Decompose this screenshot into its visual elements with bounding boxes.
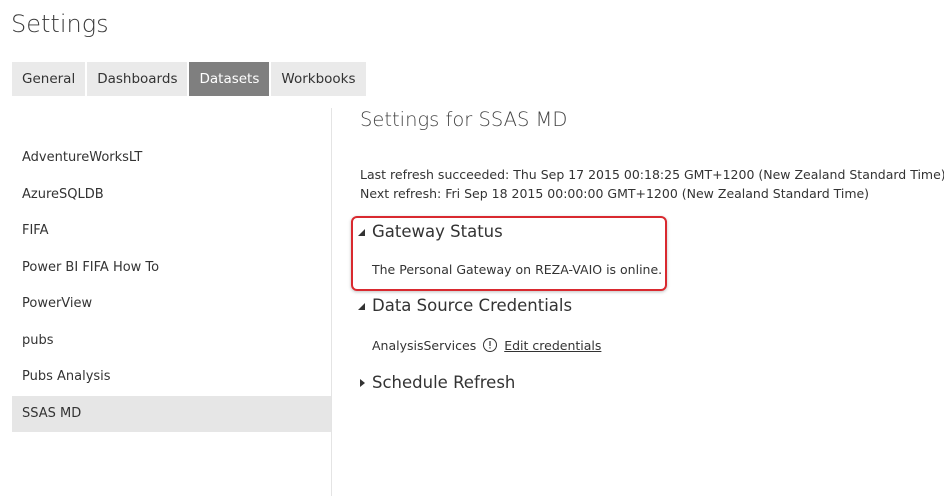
- panel-divider: [331, 108, 332, 496]
- collapse-triangle-icon: [356, 298, 372, 314]
- tab-datasets[interactable]: Datasets: [189, 62, 270, 96]
- dataset-item-fifa[interactable]: FIFA: [12, 213, 331, 250]
- dataset-item-adventureworkslt[interactable]: AdventureWorksLT: [12, 140, 331, 177]
- gateway-status-header[interactable]: Gateway Status: [356, 222, 503, 241]
- expand-triangle-icon: [356, 375, 372, 391]
- next-refresh-text: Next refresh: Fri Sep 18 2015 00:00:00 G…: [360, 186, 870, 201]
- dataset-list: AdventureWorksLT AzureSQLDB FIFA Power B…: [12, 140, 331, 432]
- tab-dashboards[interactable]: Dashboards: [87, 62, 188, 96]
- schedule-refresh-header[interactable]: Schedule Refresh: [356, 373, 515, 392]
- gateway-status-message: The Personal Gateway on REZA-VAIO is onl…: [372, 262, 663, 277]
- data-source-name: AnalysisServices: [372, 337, 477, 353]
- dataset-item-azuresqldb[interactable]: AzureSQLDB: [12, 177, 331, 214]
- dataset-item-power-bi-fifa-how-to[interactable]: Power BI FIFA How To: [12, 250, 331, 287]
- credential-row: AnalysisServices Edit credentials: [372, 337, 601, 353]
- schedule-refresh-heading: Schedule Refresh: [372, 373, 516, 392]
- settings-page: Settings General Dashboards Datasets Wor…: [0, 0, 944, 496]
- collapse-triangle-icon: [356, 224, 372, 240]
- page-title: Settings: [11, 10, 109, 38]
- dataset-settings-title: Settings for SSAS MD: [360, 108, 568, 131]
- dataset-item-ssas-md[interactable]: SSAS MD: [12, 395, 331, 432]
- dataset-item-pubs[interactable]: pubs: [12, 323, 331, 360]
- data-source-credentials-header[interactable]: Data Source Credentials: [356, 296, 572, 315]
- tab-workbooks[interactable]: Workbooks: [271, 62, 366, 96]
- last-refresh-text: Last refresh succeeded: Thu Sep 17 2015 …: [360, 167, 944, 182]
- tab-general[interactable]: General: [12, 62, 86, 96]
- gateway-status-heading: Gateway Status: [372, 222, 503, 241]
- data-source-credentials-heading: Data Source Credentials: [372, 296, 573, 315]
- info-icon[interactable]: [482, 337, 498, 353]
- edit-credentials-link[interactable]: Edit credentials: [504, 338, 601, 353]
- dataset-item-powerview[interactable]: PowerView: [12, 286, 331, 323]
- settings-tabs: General Dashboards Datasets Workbooks: [12, 62, 366, 96]
- dataset-item-pubs-analysis[interactable]: Pubs Analysis: [12, 359, 331, 396]
